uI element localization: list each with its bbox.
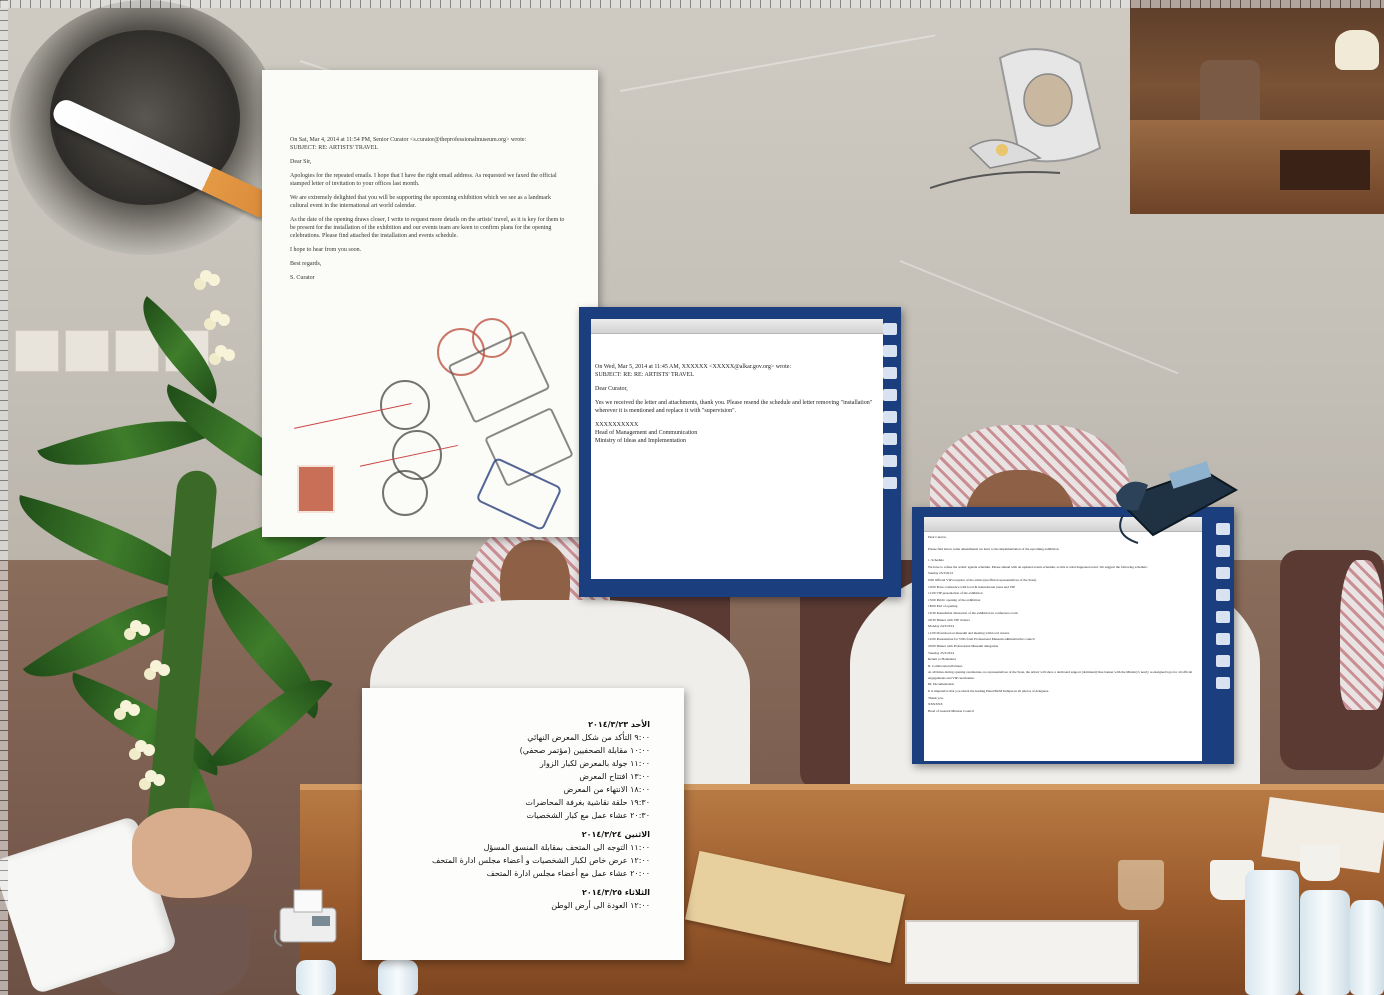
dashed-border-left xyxy=(0,0,8,995)
name-plate xyxy=(905,920,1139,984)
schedule-day-title: الثلاثاء ٢٠١٤/٣/٢٥ xyxy=(582,888,650,897)
email-window-1: On Wed, Mar 5, 2014 at 11:45 AM, XXXXXX … xyxy=(591,319,883,579)
email-1-sig-name: XXXXXXXXXX xyxy=(595,422,639,428)
email-1-salutation: Dear Curator, xyxy=(595,386,628,392)
office-room-photo xyxy=(1130,0,1384,214)
water-bottle-5 xyxy=(378,960,418,995)
letter-closing: Best regards, xyxy=(290,261,322,267)
schedule-item: ١٢:٠٠ العودة الى أرض الوطن xyxy=(551,901,650,910)
email-screenshot-2: Dear Curator, Please find below some ame… xyxy=(912,507,1234,764)
dashed-border-top xyxy=(0,0,1384,8)
email-2-line: III. Documentation xyxy=(928,682,954,687)
email-2-line: Sunday 23/3/2014 xyxy=(928,571,953,576)
email-1-body: Yes we received the letter and attachmen… xyxy=(595,400,873,414)
letter-p3: As the date of the opening draws closer,… xyxy=(290,217,565,239)
email-2-line: At all times during opening ceremonies, … xyxy=(928,670,1193,680)
collage-canvas: On Sat, Mar 4, 2014 at 11:54 PM, Senior … xyxy=(0,0,1384,995)
email-2-line: Monday 24/3/2014 xyxy=(928,624,954,629)
desktop-icons-2 xyxy=(1216,523,1232,699)
water-bottle-3 xyxy=(1350,900,1384,995)
ashtray xyxy=(10,0,280,255)
email-2-line: It is imperative that you attach the lea… xyxy=(928,689,1049,694)
arabic-schedule: الأحد ٢٠١٤/٣/٢٣ ٩:٠٠ التأكد من شكل المعرض… xyxy=(362,688,684,960)
schedule-item: ٩:٠٠ التأكد من شكل المعرض النهائي xyxy=(527,733,650,742)
email-2-line: Tuesday 25/3/2014 xyxy=(928,650,954,655)
fax-machine xyxy=(273,889,337,947)
letter-p2: We are extremely delighted that you will… xyxy=(290,195,551,209)
window-toolbar xyxy=(591,319,883,334)
email-1-text: On Wed, Mar 5, 2014 at 11:45 AM, XXXXXX … xyxy=(595,363,875,451)
email-1-header: On Wed, Mar 5, 2014 at 11:45 AM, XXXXXX … xyxy=(595,364,792,370)
schedule-list: الأحد ٢٠١٤/٣/٢٣ ٩:٠٠ التأكد من شكل المعرض… xyxy=(402,712,650,912)
email-2-intro: Please find below some amendments we hav… xyxy=(928,546,1060,551)
schedule-item: ١٩:٣٠ حلقة نقاشية بغرفة المحاضرات xyxy=(525,798,650,807)
email-2-line: 18:00 End of opening xyxy=(928,604,958,609)
letter-header: On Sat, Mar 4, 2014 at 11:54 PM, Senior … xyxy=(290,137,527,143)
schedule-item: ١٣:٠٠ افتتاح المعرض xyxy=(579,772,650,781)
schedule-item: ١٢:٠٠ عرض خاص لكبار الشخصيات و أعضاء مجل… xyxy=(431,856,650,865)
letter-text: On Sat, Mar 4, 2014 at 11:54 PM, Senior … xyxy=(290,136,568,288)
email-2-line: 20:00 Dinner with Professional Museum de… xyxy=(928,643,999,648)
desktop-icons xyxy=(883,323,899,499)
email-1-sig-org: Ministry of Ideas and Implementation xyxy=(595,438,686,444)
sheikh-sketch xyxy=(930,48,1102,189)
email-2-line: 12:00 Presentation for VIPs from Profess… xyxy=(928,637,1035,642)
email-2-line: II. Collaborators/Partners xyxy=(928,663,963,668)
letter-signature: S. Curator xyxy=(290,275,315,281)
schedule-item: ١٠:٠٠ مقابلة الصحفيين (مؤتمر صحفي) xyxy=(519,746,650,755)
email-2-line: 9:00 Official VIP reception of the artis… xyxy=(928,577,1037,582)
email-2-line: 13:00 Public opening of the exhibition xyxy=(928,597,981,602)
email-1-subject: SUBJECT: RE: RE: ARTISTS' TRAVEL xyxy=(595,372,694,378)
email-2-line: 20:30 Dinner with VIP visitors xyxy=(928,617,970,622)
email-2-text: Dear Curator, Please find below some ame… xyxy=(928,535,1196,715)
email-window-2: Dear Curator, Please find below some ame… xyxy=(924,517,1202,761)
letter-p1: Apologies for the repeated emails. I hop… xyxy=(290,173,557,187)
email-2-line: We have to refuse the artists' agenda sc… xyxy=(928,564,1148,569)
desk-telephone xyxy=(1116,461,1238,544)
water-bottle-2 xyxy=(1300,890,1350,995)
water-bottle-4 xyxy=(296,960,336,995)
schedule-item: ١١:٠٠ جولة بالمعرض لكبار الزوار xyxy=(539,759,650,768)
schedule-item: ٢٠:٣٠ عشاء عمل مع كبار الشخصيات xyxy=(526,811,650,820)
email-1-sig-title: Head of Management and Communication xyxy=(595,430,698,436)
letter-salutation: Dear Sir, xyxy=(290,159,312,165)
schedule-day-title: الأحد ٢٠١٤/٣/٢٣ xyxy=(588,720,650,729)
email-screenshot-1: On Wed, Mar 5, 2014 at 11:45 AM, XXXXXX … xyxy=(579,307,901,597)
schedule-item: ١١:٠٠ التوجه الى المتحف بمقابلة المنسق ا… xyxy=(483,843,650,852)
email-2-line: Head of General Mission Council xyxy=(928,708,974,713)
email-2-line: Thank you. xyxy=(928,695,944,700)
schedule-day-title: الاثنين ٢٠١٤/٣/٢٤ xyxy=(581,830,650,839)
email-2-sections: 1. Schedule We have to refuse the artists… xyxy=(928,558,1196,714)
email-2-line: 10:00 Press conference with local & inte… xyxy=(928,584,1016,589)
email-2-line: 11:00 VIP presentation of the exhibition xyxy=(928,591,983,596)
schedule-item: ١٨:٠٠ الانتهاء من المعرض xyxy=(563,785,650,794)
schedule-item: ٢٠:٠٠ عشاء عمل مع أعضاء مجلس ادارة المتح… xyxy=(486,869,650,878)
email-2-line: 11:00 Download on museum and meeting wit… xyxy=(928,630,1010,635)
email-2-line: 19:30 Roundtable discussion of the exhib… xyxy=(928,610,1018,615)
glass-cup xyxy=(1118,860,1164,910)
water-bottle-1 xyxy=(1245,870,1299,995)
tea-cup-2 xyxy=(1300,845,1340,881)
letter-p4: I hope to hear from you soon. xyxy=(290,247,362,253)
blue-stamp xyxy=(475,456,563,532)
email-2-line: XXXXXX xyxy=(928,702,943,707)
letter-subject: SUBJECT: RE: ARTISTS' TRAVEL xyxy=(290,145,379,151)
passport-photo xyxy=(297,465,335,513)
email-2-line: Return to Homeland xyxy=(928,657,956,662)
email-2-line: 1. Schedule xyxy=(928,558,944,563)
